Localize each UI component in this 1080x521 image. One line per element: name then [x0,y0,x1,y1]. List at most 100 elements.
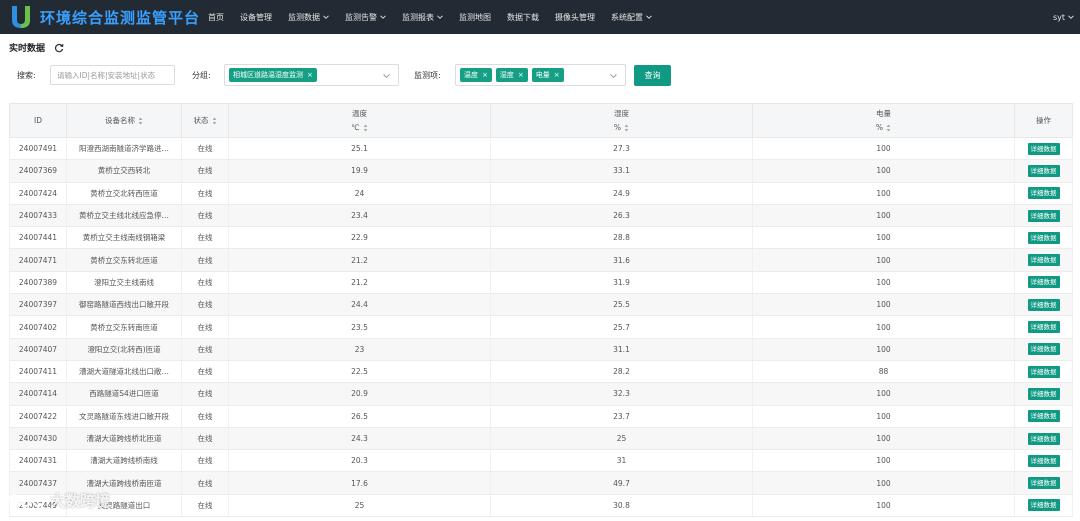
sort-icon[interactable] [624,124,629,132]
nav-item-0[interactable]: 首页 [200,0,232,34]
col-header-action-label: 操作 [1036,115,1051,125]
cell-battery: 100 [752,159,1015,183]
search-input[interactable] [50,65,175,85]
col-header-name-label: 设备名称 [105,115,135,125]
nav-item-6[interactable]: 数据下载 [499,0,547,34]
detail-button[interactable]: 详细数据 [1027,477,1060,490]
cell-temp: 20.9 [228,382,491,406]
col-header-name[interactable]: 设备名称 [66,103,182,138]
cell-humidity: 31.6 [490,248,753,272]
cell-name: 漕湖大道跨线桥北匝道 [66,427,182,451]
cell-temp: 24.3 [228,427,491,451]
chevron-down-icon [610,74,617,79]
monitor-select[interactable]: 温度 × 湿度 × 电量 × [455,64,626,86]
cell-action: 详细数据 [1014,315,1073,339]
cell-temp: 23.5 [228,315,491,339]
detail-button[interactable]: 详细数据 [1027,276,1060,289]
sort-icon[interactable] [212,117,217,125]
detail-button[interactable]: 详细数据 [1027,387,1060,400]
filter-bar: 搜索: 分组: 相城区道路温湿度监测 × 监测项: 温度 × 湿度 × 电量 × 查询 [0,64,1080,88]
cell-temp: 23.4 [228,204,491,228]
cell-action: 详细数据 [1014,360,1073,384]
cell-battery: 100 [752,494,1015,518]
nav-item-1[interactable]: 设备管理 [232,0,280,34]
cell-action: 详细数据 [1014,471,1073,495]
nav-item-4[interactable]: 监测报表 [394,0,451,34]
detail-button[interactable]: 详细数据 [1027,209,1060,222]
col-header-battery[interactable]: 电量% [752,103,1015,138]
user-menu[interactable]: syt [1053,0,1074,34]
table-row: 24007411 漕湖大道隧道北线出口敞… 在线 22.5 28.2 88 详细数据 [9,360,1073,384]
cell-id: 24007402 [9,315,67,339]
detail-button[interactable]: 详细数据 [1027,142,1060,155]
group-select[interactable]: 相城区道路温湿度监测 × [224,64,399,86]
detail-button[interactable]: 详细数据 [1027,187,1060,200]
close-icon[interactable]: × [482,68,488,82]
cell-humidity: 32.3 [490,382,753,406]
table-row: 24007441 黄桥立交主线南线钢箱梁 在线 22.9 28.8 100 详细数据 [9,226,1073,250]
cell-name: 黄桥立交东转北匝道 [66,248,182,272]
cell-temp: 19.9 [228,159,491,183]
nav-item-8[interactable]: 系统配置 [603,0,660,34]
cell-temp: 20.3 [228,449,491,473]
col-header-action: 操作 [1014,103,1073,138]
col-header-humidity-label: 湿度 [614,108,629,118]
cell-action: 详细数据 [1014,226,1073,250]
detail-button[interactable]: 详细数据 [1027,410,1060,423]
cell-action: 详细数据 [1014,159,1073,183]
nav-item-7[interactable]: 摄像头管理 [547,0,603,34]
cell-battery: 100 [752,226,1015,250]
col-header-status-label: 状态 [193,115,209,125]
table-row: 24007422 文灵路隧道东线进口敞开段 在线 26.5 23.7 100 详细数据 [9,405,1073,428]
close-icon[interactable]: × [554,68,560,82]
top-navbar: 环境综合监测监管平台 首页 设备管理 监测数据 监测告警 监测报表 监测地图 数据下载 摄像头… [0,0,1080,34]
chevron-down-icon [646,15,652,19]
filter-tag-label: 湿度 [499,71,514,79]
search-label: 搜索: [17,71,36,80]
app-title: 环境综合监测监管平台 [40,9,201,27]
cell-status: 在线 [181,182,229,205]
cell-id: 24007424 [9,182,67,205]
cell-action: 详细数据 [1014,382,1073,406]
monitor-label: 监测项: [414,71,441,80]
col-header-temp[interactable]: 温度 ℃ [228,103,491,138]
detail-button[interactable]: 详细数据 [1027,164,1060,177]
cell-name: 黄桥立交东转南匝道 [66,315,182,339]
detail-button[interactable]: 详细数据 [1027,254,1060,267]
detail-button[interactable]: 详细数据 [1027,499,1060,512]
cell-battery: 100 [752,427,1015,451]
nav-item-5[interactable]: 监测地图 [451,0,499,34]
detail-button[interactable]: 详细数据 [1027,454,1060,467]
table-row: 24007449 文灵路隧道出口 在线 25 30.8 100 详细数据 [9,494,1073,518]
close-icon[interactable]: × [518,68,524,82]
detail-button[interactable]: 详细数据 [1027,321,1060,334]
cell-id: 24007441 [9,226,67,250]
detail-button[interactable]: 详细数据 [1027,298,1060,311]
cell-action: 详细数据 [1014,449,1073,473]
detail-button[interactable]: 详细数据 [1027,343,1060,356]
cell-humidity: 27.3 [490,137,753,161]
detail-button[interactable]: 详细数据 [1027,231,1060,244]
sort-icon[interactable] [363,124,368,132]
refresh-icon[interactable] [54,43,64,53]
cell-battery: 100 [752,315,1015,339]
col-header-humidity[interactable]: 湿度% [490,103,753,138]
filter-tag-label: 相城区道路温湿度监测 [233,71,303,79]
detail-button[interactable]: 详细数据 [1027,432,1060,445]
close-icon[interactable]: × [307,68,313,82]
cell-humidity: 31 [490,449,753,473]
chevron-down-icon [383,74,390,79]
query-button[interactable]: 查询 [634,65,671,86]
nav-item-2[interactable]: 监测数据 [280,0,337,34]
sort-icon[interactable] [138,117,143,125]
sort-icon[interactable] [886,124,891,132]
cell-humidity: 30.8 [490,494,753,518]
logo-icon [12,6,30,28]
cell-name: 阳澄西湖南隧道济学路进… [66,137,182,161]
cell-humidity: 25 [490,427,753,451]
detail-button[interactable]: 详细数据 [1027,365,1060,378]
col-header-status[interactable]: 状态 [181,103,229,138]
nav-item-3[interactable]: 监测告警 [337,0,394,34]
table-row: 24007437 漕湖大道跨线桥南匝道 在线 17.6 49.7 100 详细数据 [9,471,1073,495]
cell-action: 详细数据 [1014,427,1073,451]
